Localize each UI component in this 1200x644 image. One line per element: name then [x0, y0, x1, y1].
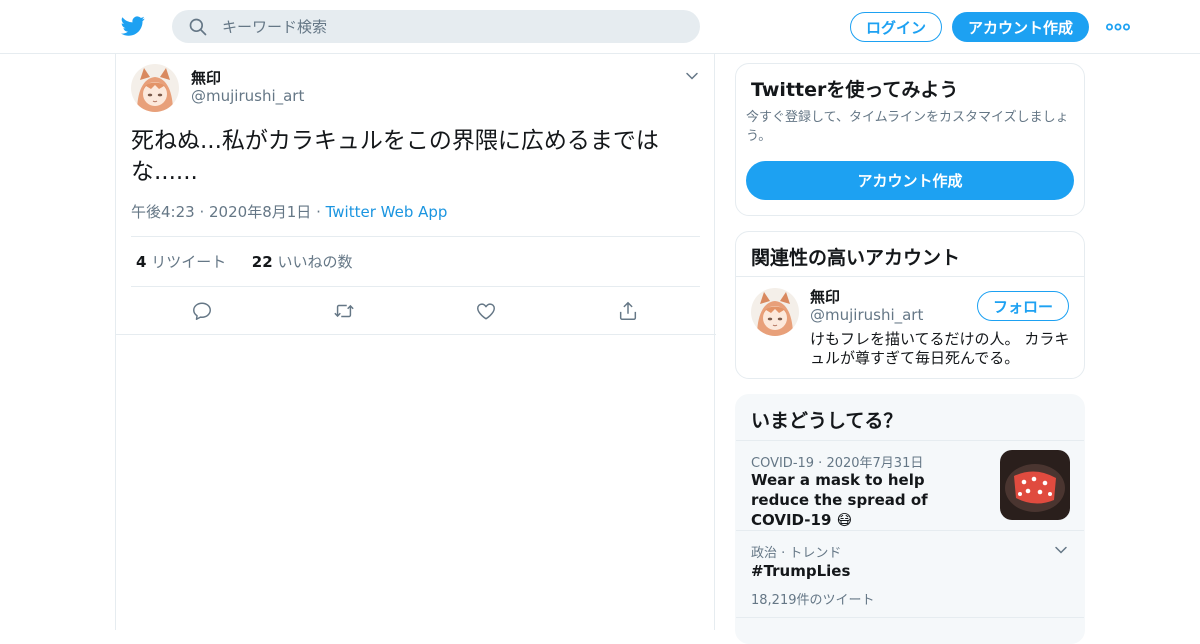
mask-image — [1000, 450, 1070, 520]
chevron-down-icon[interactable] — [1054, 543, 1068, 557]
tweet-date[interactable]: 2020年8月1日 — [209, 203, 311, 221]
divider — [131, 236, 700, 237]
trend-title[interactable]: Wear a mask to help reduce the spread of… — [751, 470, 986, 530]
separator-dot: · — [316, 203, 326, 221]
related-account-name[interactable]: 無印 — [810, 286, 840, 307]
trend-thumbnail[interactable] — [1000, 450, 1070, 520]
divider — [736, 440, 1084, 441]
trend-meta: COVID-19 · 2020年7月31日 — [751, 456, 924, 471]
follow-button[interactable]: フォロー — [977, 291, 1069, 321]
signup-card-button[interactable]: アカウント作成 — [746, 161, 1074, 200]
avatar-illustration — [131, 64, 179, 112]
twitter-bird-icon[interactable] — [120, 14, 146, 38]
search-box[interactable] — [172, 10, 700, 43]
separator-dot: · — [199, 203, 210, 221]
trends-title: いまどうしてる？ — [751, 410, 903, 432]
retweet-label: リツイート — [151, 253, 227, 271]
divider — [736, 276, 1084, 277]
tweet-time[interactable]: 午後4:23 — [131, 203, 195, 221]
signup-card-title: Twitterを使ってみよう — [751, 79, 959, 101]
like-heart-icon[interactable] — [475, 300, 497, 322]
signup-card: Twitterを使ってみよう 今すぐ登録して、タイムラインをカスタマイズしましょ… — [735, 63, 1085, 216]
top-bar: ログイン アカウント作成 — [0, 0, 1200, 54]
tweet-actions — [116, 287, 716, 335]
trend-meta: 政治 · トレンド — [751, 546, 842, 561]
search-input[interactable] — [222, 17, 662, 36]
signup-button[interactable]: アカウント作成 — [952, 12, 1089, 42]
retweet-icon[interactable] — [333, 300, 355, 322]
related-account-bio: けもフレを描いてるだけの人。 カラキュルが尊すぎて毎日死んでる。 — [810, 330, 1070, 367]
avatar-illustration — [751, 288, 799, 336]
login-button[interactable]: ログイン — [850, 12, 942, 42]
retweet-count: 4 — [136, 253, 147, 271]
related-accounts-card: 関連性の高いアカウント 無印 @mujirushi_art フォロー けもフレを… — [735, 231, 1085, 379]
retweet-stat[interactable]: 4 リツイート — [136, 253, 226, 271]
reply-icon[interactable] — [191, 300, 213, 322]
divider — [736, 617, 1084, 618]
like-count: 22 — [251, 253, 273, 271]
signup-card-subtitle: 今すぐ登録して、タイムラインをカスタマイズしましょう。 — [746, 110, 1069, 144]
trends-card: いまどうしてる？ COVID-19 · 2020年7月31日 Wear a ma… — [735, 394, 1085, 644]
avatar[interactable] — [751, 288, 799, 336]
tweet-meta: 午後4:23 · 2020年8月1日 · Twitter Web App — [131, 201, 447, 222]
tweet-author-handle[interactable]: @mujirushi_art — [191, 87, 304, 105]
trend-tweet-count: 18,219件のツイート — [751, 593, 875, 608]
divider — [736, 530, 1084, 531]
related-account-handle[interactable]: @mujirushi_art — [810, 306, 923, 324]
trend-title[interactable]: #TrumpLies — [751, 561, 850, 581]
like-stat[interactable]: 22 いいねの数 — [252, 253, 353, 271]
like-label: いいねの数 — [277, 253, 353, 271]
related-accounts-title: 関連性の高いアカウント — [751, 247, 961, 269]
more-options-icon[interactable] — [1106, 18, 1130, 36]
avatar[interactable] — [131, 64, 179, 112]
chevron-down-icon[interactable] — [685, 69, 699, 83]
share-icon[interactable] — [617, 300, 639, 322]
tweet-stats: 4 リツイート 22 いいねの数 — [136, 251, 352, 272]
tweet-source-link[interactable]: Twitter Web App — [326, 203, 448, 221]
tweet-text: 死ねぬ...私がカラキュルをこの界隈に広めるまではな...... — [131, 128, 659, 185]
tweet-author-name[interactable]: 無印 — [191, 67, 221, 88]
search-icon — [189, 18, 207, 35]
tweet-column: 無印 @mujirushi_art 死ねぬ...私がカラキュルをこの界隈に広める… — [115, 54, 716, 630]
